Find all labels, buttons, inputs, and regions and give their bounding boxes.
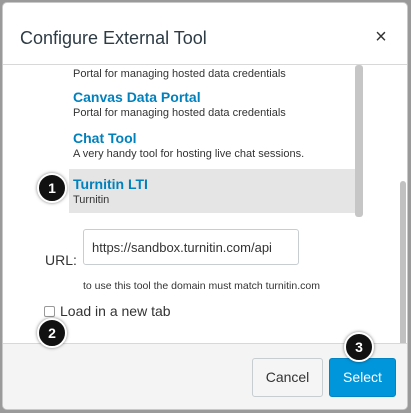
url-hint: to use this tool the domain must match t… [83,280,320,292]
close-icon[interactable]: × [373,27,389,47]
tool-item-chat-tool[interactable]: Chat Tool A very handy tool for hosting … [69,127,355,169]
tool-item-canvas-data-portal[interactable]: Canvas Data Portal Portal for managing h… [69,85,355,125]
callout-badge-2: 2 [37,318,67,348]
tool-description: Portal for managing hosted data credenti… [73,107,286,119]
tool-name: Turnitin LTI [73,176,148,192]
cancel-button[interactable]: Cancel [252,358,323,397]
select-button[interactable]: Select [329,358,396,397]
tool-description: A very handy tool for hosting live chat … [73,148,305,160]
tool-description: Portal for managing hosted data credenti… [73,68,286,80]
dialog-title: Configure External Tool [20,28,207,48]
url-label: URL: [45,252,77,268]
dialog-body[interactable]: Portal for managing hosted data credenti… [3,65,407,345]
tool-name: Canvas Data Portal [73,89,201,105]
tool-item-turnitin-lti[interactable]: Turnitin LTI Turnitin [69,169,355,213]
new-tab-label: Load in a new tab [60,303,171,319]
tool-list[interactable]: Portal for managing hosted data credenti… [69,65,355,215]
callout-badge-1: 1 [37,173,67,203]
tool-list-scrollbar[interactable] [355,65,363,217]
tool-name: Chat Tool [73,130,137,146]
url-input[interactable] [83,229,299,265]
dialog-header: Configure External Tool × [3,3,407,65]
tool-description: Turnitin [73,194,110,206]
new-tab-checkbox[interactable] [44,305,55,317]
dialog-scrollbar[interactable] [400,181,406,345]
new-tab-option[interactable]: Load in a new tab [44,302,171,320]
callout-badge-3: 3 [344,332,374,362]
tool-item-partial[interactable]: Portal for managing hosted data credenti… [69,65,355,85]
